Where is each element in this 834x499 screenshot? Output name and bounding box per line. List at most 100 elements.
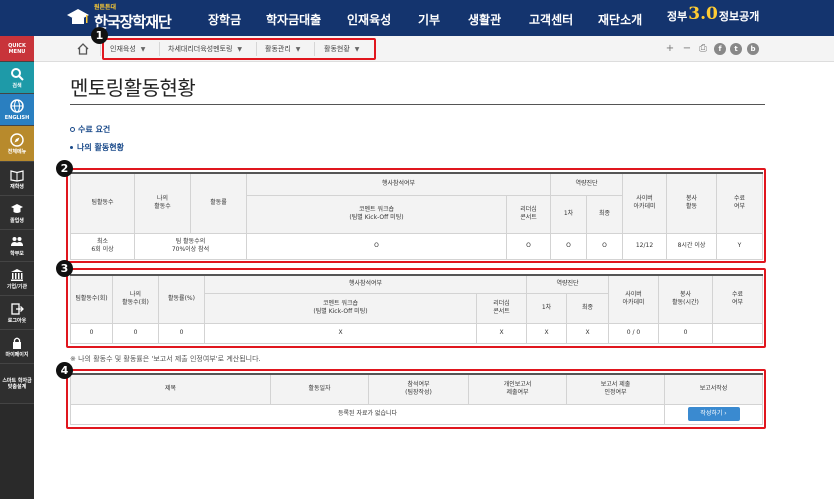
nav-customer-center[interactable]: 고객센터 <box>529 11 573 28</box>
calculation-note: ※ 나의 활동수 및 활동률은 '보고서 제출 인정여부'로 계산됩니다. <box>70 355 261 363</box>
crumb-mentoring-label: 차세대리더육성멘토링 <box>168 45 233 53</box>
th-service: 봉사 활동(시간) <box>658 274 713 324</box>
table-row: 등록된 자료가 없습니다 작성하기 › <box>70 403 763 425</box>
sidebar-smart-plan[interactable]: 스마트 학자금 맞춤설계 <box>0 364 34 404</box>
th-team-count: 팀활동수 <box>70 172 135 234</box>
th-team-count: 팀활동수(회) <box>70 274 113 324</box>
td-service: 0 <box>658 322 713 344</box>
circle-bullet-icon <box>70 127 75 132</box>
institution-icon <box>11 268 23 281</box>
td-team-count: 0 <box>70 322 113 344</box>
th-event: 행사참석여부 <box>204 274 527 294</box>
sidebar-parents-label: 학부모 <box>10 250 24 257</box>
chevron-down-icon: ▼ <box>237 46 243 53</box>
th-attendance: 참석여부 (팀장작성) <box>368 373 469 405</box>
search-icon <box>11 67 24 81</box>
requirements-link[interactable]: 수료 요건 <box>70 124 110 135</box>
gov-suffix: 정보공개 <box>718 10 760 23</box>
zoom-out-button[interactable]: − <box>681 43 693 55</box>
sidebar-search-label: 검색 <box>12 82 22 89</box>
chevron-down-icon: ▼ <box>295 46 301 53</box>
table-row: 0 0 0 X X X X 0 / 0 0 <box>70 322 763 344</box>
callout-badge-1: 1 <box>91 27 108 44</box>
td-workshop: X <box>204 322 477 344</box>
gov30-link[interactable]: 정부 3.0 정보공개 <box>667 4 760 24</box>
td-rate: 0 <box>158 322 205 344</box>
twitter-icon[interactable]: t <box>730 43 742 55</box>
sidebar-all-menu[interactable]: 전체메뉴 <box>0 126 34 162</box>
th-cyber: 사이버 아카데미 <box>622 172 667 234</box>
callout-badge-2: 2 <box>56 160 73 177</box>
reports-table: 제목 활동일자 참석여부 (팀장작성) 개인보고서 제출여부 보고서 제출 인정… <box>70 373 763 425</box>
td-write: 작성하기 › <box>664 403 763 425</box>
blog-icon[interactable]: b <box>747 43 759 55</box>
th-first: 1차 <box>526 292 567 324</box>
th-rate: 활동률 <box>190 172 247 234</box>
home-icon[interactable] <box>76 42 90 56</box>
td-final: X <box>566 322 609 344</box>
nav-talent[interactable]: 인재육성 <box>347 11 391 28</box>
sidebar-english[interactable]: ENGLISH <box>0 94 34 126</box>
nav-foundation[interactable]: 재단소개 <box>598 11 642 28</box>
sidebar-mypage[interactable]: 마이페이지 <box>0 330 34 364</box>
sidebar-quick-menu[interactable]: QUICK MENU <box>0 36 34 62</box>
globe-icon <box>10 98 24 113</box>
td-my-count: 0 <box>112 322 159 344</box>
td-team-count: 최소 6회 이상 <box>70 232 135 260</box>
my-status-table: 팀활동수(회) 나의 활동수(회) 활동률(%) 행사참석여부 역량진단 사이버… <box>70 274 763 344</box>
print-icon[interactable]: ⎙ <box>697 43 709 55</box>
crumb-divider <box>100 42 101 56</box>
th-date: 활동일자 <box>270 373 369 405</box>
crumb-mentoring[interactable]: 차세대리더육성멘토링 ▼ <box>168 44 242 54</box>
th-service: 봉사 활동 <box>666 172 717 234</box>
logo[interactable]: 원튼튼대 한국장학재단 <box>66 3 172 33</box>
parents-icon <box>11 236 23 246</box>
crumb-activity-manage-label: 활동관리 <box>265 45 291 53</box>
write-report-button[interactable]: 작성하기 › <box>687 407 740 421</box>
zoom-in-button[interactable]: + <box>664 43 676 55</box>
nav-loan[interactable]: 학자금대출 <box>266 11 321 28</box>
crumb-activity-status[interactable]: 활동현황 ▼ <box>324 44 359 54</box>
th-first: 1차 <box>550 194 587 234</box>
nav-donation[interactable]: 기부 <box>418 11 440 28</box>
sidebar-logout-label: 로그아웃 <box>7 317 27 324</box>
crumb-divider <box>159 42 160 56</box>
sidebar-english-label: ENGLISH <box>4 114 30 121</box>
crumb-talent[interactable]: 인재육성 ▼ <box>110 44 145 54</box>
sidebar-student[interactable]: 재학생 <box>0 162 34 196</box>
th-write-report: 보고서작성 <box>664 373 763 405</box>
sidebar-all-menu-label: 전체메뉴 <box>7 148 27 155</box>
sidebar-institution[interactable]: 기업/기관 <box>0 262 34 296</box>
logo-subtitle: 원튼튼대 <box>94 4 117 11</box>
th-final: 최종 <box>566 292 609 324</box>
nav-dormitory[interactable]: 생활관 <box>468 11 501 28</box>
dot-bullet-icon <box>70 146 73 149</box>
crumb-activity-status-label: 활동현황 <box>324 45 350 53</box>
sidebar-parents[interactable]: 학부모 <box>0 230 34 262</box>
th-leadership: 리더십 콘서트 <box>476 292 527 324</box>
td-final: O <box>586 232 623 260</box>
td-cyber: 0 / 0 <box>608 322 659 344</box>
crumb-divider <box>256 42 257 56</box>
crumb-activity-manage[interactable]: 활동관리 ▼ <box>265 44 300 54</box>
td-rate: 팀 활동수의 70%이상 참석 <box>134 232 247 260</box>
sidebar-institution-label: 기업/기관 <box>6 283 28 290</box>
nav-scholarship[interactable]: 장학금 <box>208 11 241 28</box>
th-title: 제목 <box>70 373 271 405</box>
td-complete <box>712 322 763 344</box>
sidebar-logout[interactable]: 로그아웃 <box>0 296 34 330</box>
graduation-cap-icon <box>11 203 23 213</box>
td-cyber: 12/12 <box>622 232 667 260</box>
th-workshop: 코멘트 워크숍 (팀별 Kick-Off 미팅) <box>246 194 507 234</box>
th-competency: 역량진단 <box>550 172 623 196</box>
sidebar-student-label: 재학생 <box>10 183 24 190</box>
logo-graduation-cap-icon <box>66 7 90 29</box>
th-leadership: 리더십 콘서트 <box>506 194 551 234</box>
sidebar-graduate[interactable]: 졸업생 <box>0 196 34 230</box>
title-divider <box>70 104 765 105</box>
td-first: O <box>550 232 587 260</box>
facebook-icon[interactable]: f <box>714 43 726 55</box>
callout-badge-4: 4 <box>56 362 73 379</box>
my-activity-link[interactable]: 나의 활동현황 <box>70 142 124 153</box>
sidebar-search[interactable]: 검색 <box>0 62 34 94</box>
